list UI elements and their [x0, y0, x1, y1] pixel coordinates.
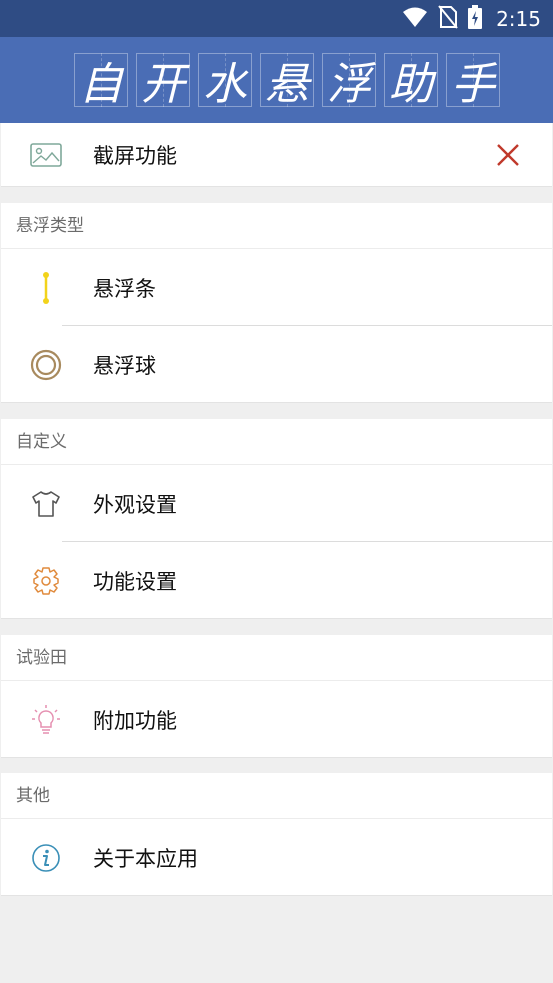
image-icon: [29, 138, 63, 172]
title-char: 悬: [256, 49, 318, 111]
float-ball-item[interactable]: 悬浮球: [1, 326, 552, 403]
float-type-section: 悬浮类型 悬浮条 悬浮球: [1, 203, 552, 403]
float-bar-label: 悬浮条: [93, 276, 156, 301]
wifi-icon: [402, 6, 428, 32]
lightbulb-icon: [29, 703, 63, 737]
app-bar: 自 开 水 悬 浮 助 手: [0, 37, 553, 123]
title-char: 浮: [318, 49, 380, 111]
screenshot-label: 截屏功能: [93, 144, 177, 168]
section-header-lab: 试验田: [1, 635, 552, 681]
gear-icon: [29, 564, 63, 598]
screenshot-card: 截屏功能: [1, 123, 552, 187]
app-title: 自 开 水 悬 浮 助 手: [70, 45, 504, 115]
about-app-label: 关于本应用: [93, 846, 198, 871]
section-header-other: 其他: [1, 773, 552, 819]
shirt-icon: [29, 487, 63, 521]
status-time: 2:15: [496, 6, 541, 31]
title-char: 手: [442, 49, 504, 111]
extra-functions-label: 附加功能: [93, 708, 177, 733]
title-char: 开: [132, 49, 194, 111]
float-bar-icon: [29, 271, 63, 305]
custom-section: 自定义 外观设置 功能设置: [1, 419, 552, 619]
about-app-item[interactable]: 关于本应用: [1, 819, 552, 896]
extra-functions-item[interactable]: 附加功能: [1, 681, 552, 758]
lab-section: 试验田 附加功能: [1, 635, 552, 758]
title-char: 自: [70, 49, 132, 111]
battery-charging-icon: [468, 4, 483, 33]
section-header-float-type: 悬浮类型: [1, 203, 552, 249]
screenshot-item[interactable]: 截屏功能: [1, 123, 552, 187]
other-section: 其他 关于本应用: [1, 773, 552, 896]
title-char: 助: [380, 49, 442, 111]
float-ball-icon: [29, 348, 63, 382]
status-icons: 2:15: [402, 0, 541, 37]
status-bar: 2:15: [0, 0, 553, 37]
function-settings-item[interactable]: 功能设置: [1, 542, 552, 619]
appearance-settings-item[interactable]: 外观设置: [1, 465, 552, 542]
title-char: 水: [194, 49, 256, 111]
section-header-custom: 自定义: [1, 419, 552, 465]
info-icon: [29, 841, 63, 875]
appearance-settings-label: 外观设置: [93, 492, 177, 517]
float-ball-label: 悬浮球: [93, 353, 156, 378]
function-settings-label: 功能设置: [93, 569, 177, 594]
float-bar-item[interactable]: 悬浮条: [1, 249, 552, 326]
no-sim-icon: [438, 4, 458, 33]
close-icon[interactable]: [494, 141, 522, 169]
